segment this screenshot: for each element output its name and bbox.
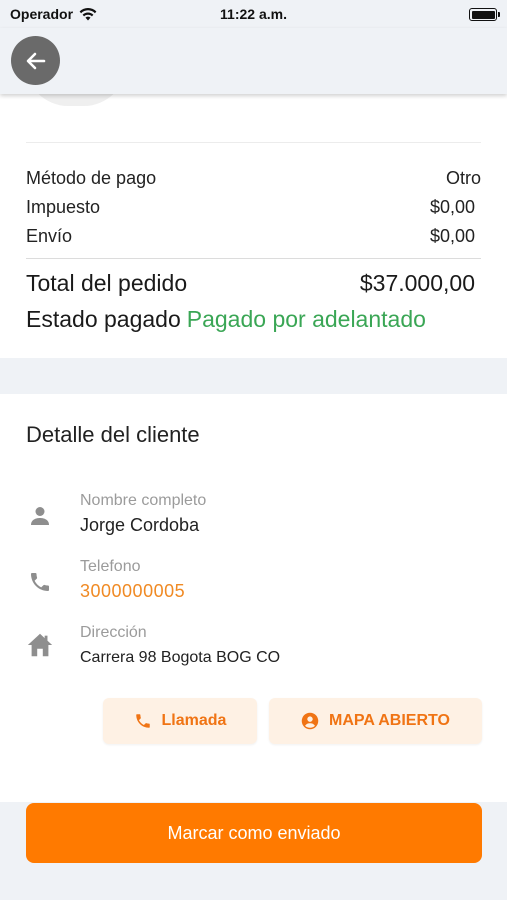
home-icon: [26, 631, 54, 659]
order-total-value: $37.000,00: [359, 270, 475, 296]
payment-method-value: Otro: [445, 168, 481, 188]
clock: 11:22 a.m.: [220, 6, 287, 22]
customer-name-value: Jorge Cordoba: [80, 515, 200, 535]
shipping-label: Envío: [26, 226, 73, 246]
paid-status-value: Pagado por adelantado: [186, 306, 426, 332]
paid-status-row: Estado pagado Pagado por adelantado: [26, 306, 481, 333]
battery-icon: [469, 8, 500, 21]
open-map-button-label: MAPA ABIERTO: [329, 712, 450, 729]
back-button[interactable]: [11, 36, 60, 85]
paid-status-label: Estado pagado: [26, 306, 181, 332]
order-total-row: Total del pedido $37.000,00: [26, 270, 481, 297]
order-summary-card: Método de pago Otro Impuesto $0,00 Envío…: [0, 64, 507, 358]
customer-address-label: Dirección: [80, 624, 147, 641]
call-button-label: Llamada: [161, 712, 227, 729]
arrow-left-icon: [26, 52, 45, 69]
customer-phone-link[interactable]: 3000000005: [80, 581, 185, 602]
customer-phone-label: Telefono: [80, 558, 141, 575]
status-bar: Operador 11:22 a.m.: [0, 0, 507, 28]
phone-icon: [26, 568, 54, 596]
payment-method-label: Método de pago: [26, 168, 157, 188]
mark-as-shipped-button[interactable]: Marcar como enviado: [26, 803, 482, 863]
open-map-button[interactable]: MAPA ABIERTO: [269, 698, 482, 744]
divider: [26, 142, 481, 143]
person-icon: [26, 502, 54, 530]
account-circle-icon: [301, 712, 319, 730]
mark-as-shipped-label: Marcar como enviado: [167, 822, 341, 843]
customer-detail-card: Detalle del cliente Nombre completo Jorg…: [0, 394, 507, 802]
tax-label: Impuesto: [26, 197, 101, 217]
payment-method-row: Método de pago Otro: [26, 168, 481, 189]
call-button[interactable]: Llamada: [103, 698, 257, 744]
tax-value: $0,00: [429, 197, 475, 217]
top-nav: [0, 28, 507, 94]
tax-row: Impuesto $0,00: [26, 197, 481, 218]
shipping-row: Envío $0,00: [26, 226, 481, 247]
divider: [26, 258, 481, 259]
customer-name-label: Nombre completo: [80, 492, 207, 509]
customer-address-value: Carrera 98 Bogota BOG CO: [80, 649, 281, 666]
order-total-label: Total del pedido: [26, 270, 188, 296]
phone-icon: [135, 714, 150, 728]
section-title: Detalle del cliente: [26, 422, 200, 447]
shipping-value: $0,00: [429, 226, 475, 246]
